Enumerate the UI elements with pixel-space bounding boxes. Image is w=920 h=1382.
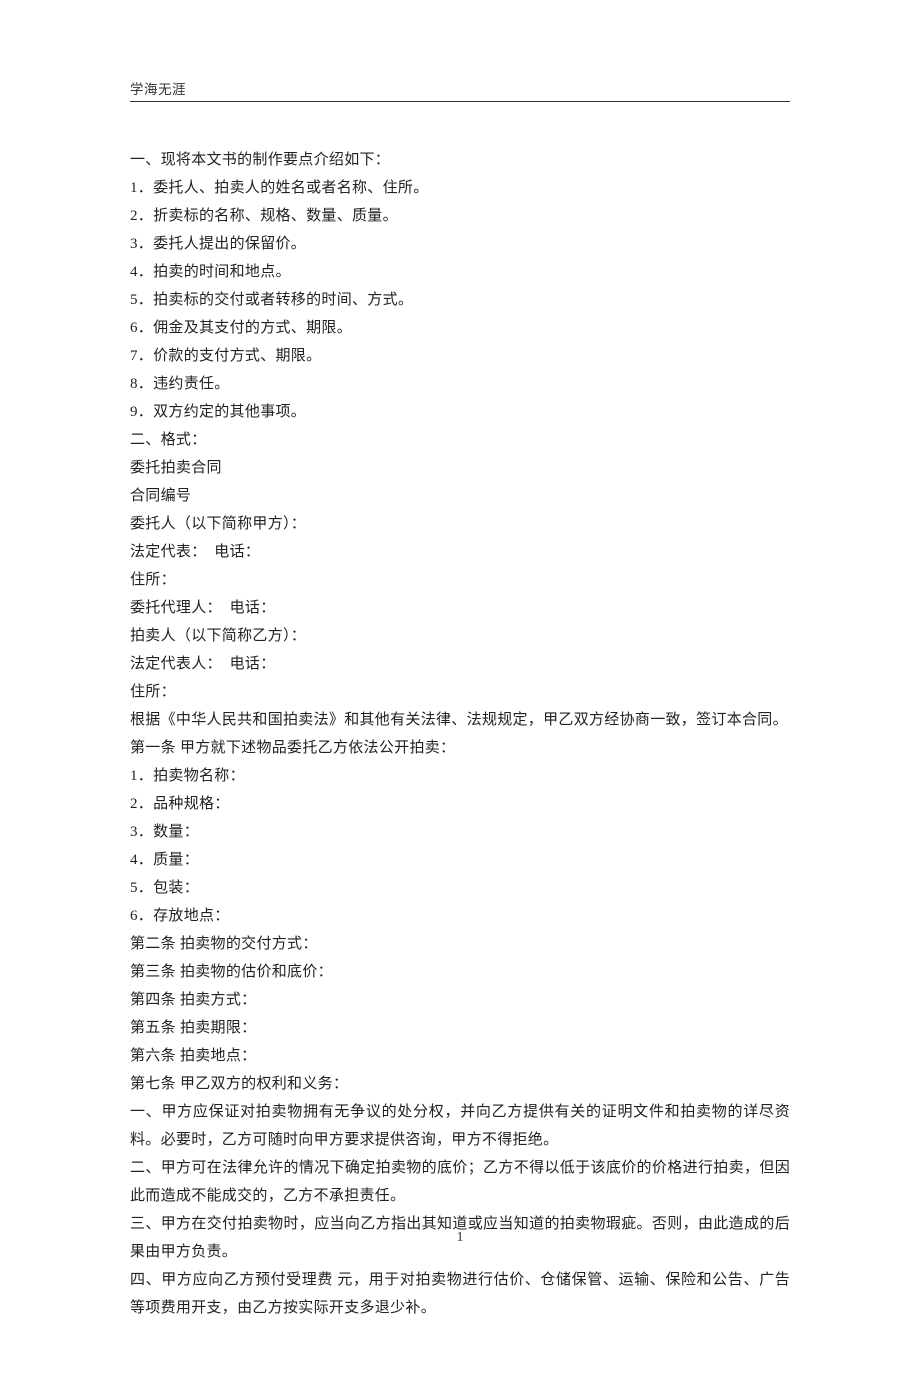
text-line: 3．委托人提出的保留价。 [130, 230, 790, 258]
text-line: 5．拍卖标的交付或者转移的时间、方式。 [130, 286, 790, 314]
text-line: 6．佣金及其支付的方式、期限。 [130, 314, 790, 342]
text-line: 9．双方约定的其他事项。 [130, 398, 790, 426]
text-line: 根据《中华人民共和国拍卖法》和其他有关法律、法规规定，甲乙双方经协商一致，签订本… [130, 706, 790, 734]
text-line: 二、格式： [130, 426, 790, 454]
text-line: 第一条 甲方就下述物品委托乙方依法公开拍卖： [130, 734, 790, 762]
text-line: 住所： [130, 566, 790, 594]
text-line: 1．委托人、拍卖人的姓名或者名称、住所。 [130, 174, 790, 202]
text-line: 合同编号 [130, 482, 790, 510]
text-line: 4．质量： [130, 846, 790, 874]
text-line: 住所： [130, 678, 790, 706]
text-line: 第七条 甲乙双方的权利和义务： [130, 1070, 790, 1098]
page-header: 学海无涯 [130, 78, 790, 102]
text-line: 一、甲方应保证对拍卖物拥有无争议的处分权，并向乙方提供有关的证明文件和拍卖物的详… [130, 1098, 790, 1154]
text-line: 一、现将本文书的制作要点介绍如下： [130, 146, 790, 174]
text-line: 二、甲方可在法律允许的情况下确定拍卖物的底价；乙方不得以低于该底价的价格进行拍卖… [130, 1154, 790, 1210]
text-line: 7．价款的支付方式、期限。 [130, 342, 790, 370]
text-line: 第六条 拍卖地点： [130, 1042, 790, 1070]
text-line: 第三条 拍卖物的估价和底价： [130, 958, 790, 986]
text-line: 拍卖人（以下简称乙方）： [130, 622, 790, 650]
text-line: 1．拍卖物名称： [130, 762, 790, 790]
text-line: 法定代表人： 电话： [130, 650, 790, 678]
text-line: 委托拍卖合同 [130, 454, 790, 482]
text-line: 3．数量： [130, 818, 790, 846]
text-line: 2．折卖标的名称、规格、数量、质量。 [130, 202, 790, 230]
text-line: 8．违约责任。 [130, 370, 790, 398]
text-line: 第四条 拍卖方式： [130, 986, 790, 1014]
text-line: 6．存放地点： [130, 902, 790, 930]
document-body: 一、现将本文书的制作要点介绍如下：1．委托人、拍卖人的姓名或者名称、住所。2．折… [130, 146, 790, 1322]
text-line: 委托人（以下简称甲方）： [130, 510, 790, 538]
text-line: 第二条 拍卖物的交付方式： [130, 930, 790, 958]
page-number: 1 [0, 1230, 920, 1246]
text-line: 4．拍卖的时间和地点。 [130, 258, 790, 286]
text-line: 委托代理人： 电话： [130, 594, 790, 622]
text-line: 法定代表： 电话： [130, 538, 790, 566]
text-line: 2．品种规格： [130, 790, 790, 818]
text-line: 四、甲方应向乙方预付受理费 元，用于对拍卖物进行估价、仓储保管、运输、保险和公告… [130, 1266, 790, 1322]
text-line: 5．包装： [130, 874, 790, 902]
text-line: 第五条 拍卖期限： [130, 1014, 790, 1042]
